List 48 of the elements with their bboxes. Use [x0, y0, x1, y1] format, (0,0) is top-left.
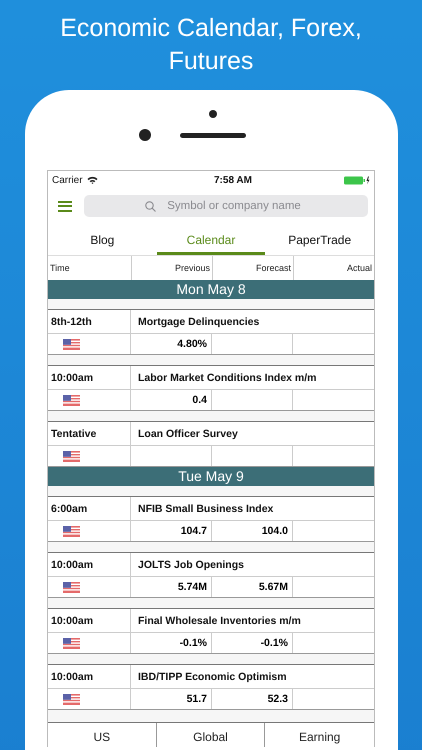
event-time: Tentative — [48, 422, 131, 445]
forecast-value: 5.67M — [258, 581, 288, 593]
previous-value: 104.7 — [180, 525, 207, 537]
carrier-label: Carrier — [52, 174, 83, 186]
previous-value: 4.80% — [177, 338, 207, 350]
tab[interactable]: Calendar — [156, 223, 266, 255]
flag-icon — [63, 694, 80, 704]
search-icon — [145, 201, 156, 212]
flag-icon — [63, 394, 80, 406]
event-time: 10:00am — [48, 553, 131, 576]
battery-icon — [344, 176, 370, 184]
speaker-icon — [180, 133, 246, 138]
forecast-value: 104.0 — [262, 525, 288, 537]
column-header: Time — [49, 262, 71, 275]
flag-icon — [63, 526, 80, 536]
flag-icon — [63, 450, 80, 462]
event-time: 10:00am — [48, 665, 131, 688]
event-name[interactable]: IBD/TIPP Economic Optimism — [131, 665, 374, 688]
event-time: 10:00am — [48, 609, 131, 632]
menu-icon[interactable] — [58, 200, 72, 212]
day-header: Tue May 9 — [48, 467, 374, 486]
event-name[interactable]: JOLTS Job Openings — [131, 553, 374, 576]
event-time: 10:00am — [48, 366, 131, 389]
status-time: 7:58 AM — [214, 174, 252, 186]
forecast-value: -0.1% — [260, 637, 288, 649]
event-name[interactable]: NFIB Small Business Index — [131, 497, 374, 520]
tab[interactable]: PaperTrade — [265, 223, 374, 255]
event-time: 6:00am — [48, 497, 131, 520]
tab[interactable]: Blog — [48, 223, 157, 255]
search-field[interactable]: Symbol or company name — [84, 195, 368, 217]
event-name[interactable]: Mortgage Delinquencies — [131, 310, 374, 333]
day-header: Mon May 8 — [48, 280, 374, 299]
camera-icon — [139, 129, 151, 141]
wifi-icon — [86, 176, 98, 184]
headline: Economic Calendar, Forex, Futures — [59, 13, 363, 77]
flag-icon — [63, 338, 80, 350]
previous-value: 5.74M — [178, 581, 207, 593]
camera-icon — [209, 110, 217, 118]
event-name[interactable]: Loan Officer Survey — [131, 422, 374, 445]
flag-icon — [63, 638, 80, 648]
flag-icon — [63, 582, 80, 592]
forecast-value: 52.3 — [268, 693, 288, 705]
event-time: 8th-12th — [48, 310, 131, 333]
event-name[interactable]: Final Wholesale Inventories m/m — [131, 609, 374, 632]
previous-value: 51.7 — [186, 693, 207, 705]
event-name[interactable]: Labor Market Conditions Index m/m — [131, 366, 374, 389]
previous-value: -0.1% — [180, 637, 207, 649]
previous-value: 0.4 — [192, 394, 207, 406]
